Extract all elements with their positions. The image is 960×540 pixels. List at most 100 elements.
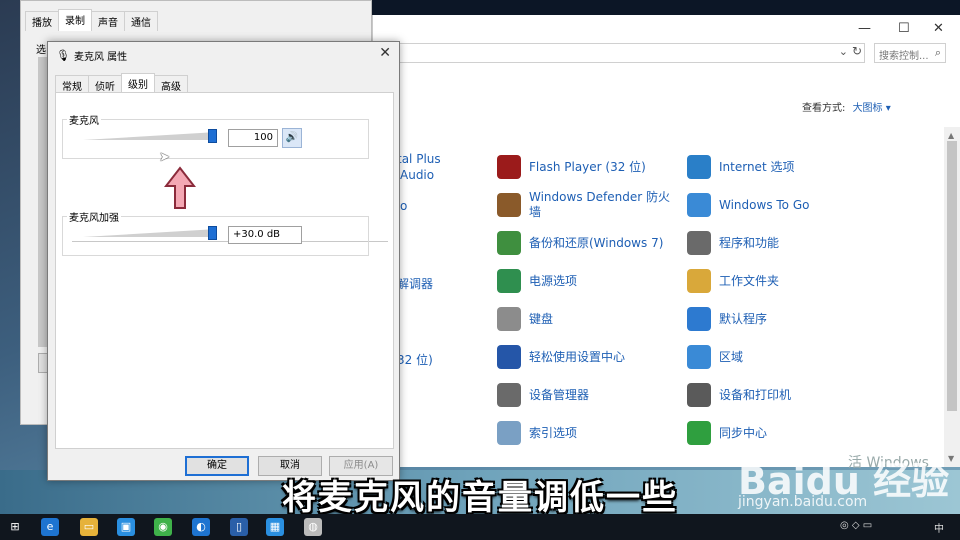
control-panel-item[interactable]: Internet 选项 xyxy=(687,153,857,181)
start-icon[interactable]: ⊞ xyxy=(6,518,24,536)
microphone-label: 麦克风 xyxy=(67,112,101,127)
edge-icon[interactable]: e xyxy=(41,518,59,536)
tab-recording[interactable]: 录制 xyxy=(58,9,92,31)
control-panel-item[interactable]: Flash Player (32 位) xyxy=(497,153,677,181)
microphone-slider-thumb[interactable] xyxy=(208,129,217,143)
vertical-scrollbar[interactable]: ▲ ▼ xyxy=(944,127,960,467)
phone-icon[interactable]: ▯ xyxy=(230,518,248,536)
boost-group: 麦克风加强 +30.0 dB xyxy=(62,209,369,256)
control-panel-item[interactable]: 默认程序 xyxy=(687,305,857,333)
windows-to-go-icon xyxy=(687,193,711,217)
refresh-icon[interactable]: ↻ xyxy=(852,44,862,58)
scroll-up-icon[interactable]: ▲ xyxy=(948,131,954,140)
control-panel-item-label: 索引选项 xyxy=(529,425,578,440)
printer-icon xyxy=(687,383,711,407)
partial-item-label[interactable]: 解调器 xyxy=(397,275,433,292)
search-input[interactable]: 搜索控制... ⌕ xyxy=(874,43,946,63)
view-by-label: 查看方式: xyxy=(802,103,846,114)
boost-level-value: +30.0 dB xyxy=(228,226,302,244)
pointer-arrow-icon xyxy=(164,166,196,209)
tab-playback[interactable]: 播放 xyxy=(25,11,59,31)
boost-slider-thumb[interactable] xyxy=(208,226,217,240)
store-icon[interactable]: ▣ xyxy=(117,518,135,536)
work-folder-icon xyxy=(687,269,711,293)
control-panel-item-label: 区域 xyxy=(719,349,744,364)
microphone-group: 麦克风 100 🔊 xyxy=(62,112,369,159)
partial-item-label[interactable]: Audio xyxy=(400,168,434,182)
chevron-down-icon[interactable]: ⌄ xyxy=(839,45,848,58)
control-panel-item[interactable]: Windows To Go xyxy=(687,191,857,219)
wechat-icon[interactable]: ◉ xyxy=(154,518,172,536)
minimize-icon[interactable]: — xyxy=(858,21,871,36)
microphone-slider-track[interactable] xyxy=(83,132,217,140)
control-panel-item-label: 设备管理器 xyxy=(529,387,590,402)
desktop-top-strip xyxy=(372,0,960,16)
close-icon[interactable]: ✕ xyxy=(933,21,944,36)
tab-communications[interactable]: 通信 xyxy=(124,11,158,31)
default-programs-icon xyxy=(687,307,711,331)
microphone-properties-dialog: 🎙 麦克风 属性 ✕ 常规 侦听 级别 高级 麦克风 100 🔊 麦克风加强 + xyxy=(47,41,400,481)
control-panel-item-label: 同步中心 xyxy=(719,425,768,440)
browser-icon[interactable]: ◐ xyxy=(192,518,210,536)
control-panel-item[interactable]: 程序和功能 xyxy=(687,229,857,257)
close-icon[interactable]: ✕ xyxy=(379,45,391,61)
ease-of-access-icon xyxy=(497,345,521,369)
control-panel-item[interactable]: 备份和还原(Windows 7) xyxy=(497,229,677,257)
control-panel-item-label: 备份和还原(Windows 7) xyxy=(529,235,664,250)
control-panel-item[interactable]: 设备和打印机 xyxy=(687,381,857,409)
dialog-title: 麦克风 属性 xyxy=(73,52,128,63)
partial-item-label[interactable]: tal Plus xyxy=(397,152,441,166)
control-panel-item[interactable]: 轻松使用设置中心 xyxy=(497,343,677,371)
control-panel-item[interactable]: 同步中心 xyxy=(687,419,857,447)
control-panel-item[interactable]: 区域 xyxy=(687,343,857,371)
levels-panel: 麦克风 100 🔊 麦克风加强 +30.0 dB xyxy=(55,92,394,449)
control-panel-item[interactable]: Windows Defender 防火墙 xyxy=(497,190,677,219)
tray-icons[interactable]: ◎ ◇ ▭ xyxy=(840,520,872,531)
address-bar[interactable]: ⌄ ↻ xyxy=(373,43,865,63)
firewall-icon xyxy=(497,193,521,217)
microphone-level-input[interactable]: 100 xyxy=(228,129,278,147)
control-panel-item[interactable]: 键盘 xyxy=(497,305,677,333)
tab-sounds[interactable]: 声音 xyxy=(91,11,125,31)
programs-icon xyxy=(687,231,711,255)
control-panel-item-label: 键盘 xyxy=(529,311,554,326)
ime-indicator[interactable]: 中 xyxy=(934,520,944,535)
region-icon xyxy=(687,345,711,369)
speaker-mute-button[interactable]: 🔊 xyxy=(282,128,302,148)
control-panel-item[interactable]: 设备管理器 xyxy=(497,381,677,409)
partial-label: 选 xyxy=(36,45,46,56)
partial-item-label[interactable]: o xyxy=(400,199,407,213)
power-icon xyxy=(497,269,521,293)
view-by-value: 大图标 xyxy=(852,103,883,114)
control-panel-item-label: 轻松使用设置中心 xyxy=(529,349,626,364)
sync-icon xyxy=(687,421,711,445)
boost-label: 麦克风加强 xyxy=(67,209,121,224)
boost-slider-track[interactable] xyxy=(83,229,217,237)
control-panel-item-label: 程序和功能 xyxy=(719,235,780,250)
control-panel-item-label: 工作文件夹 xyxy=(719,273,780,288)
search-icon: ⌕ xyxy=(934,46,941,59)
control-panel-item-label: 默认程序 xyxy=(719,311,768,326)
site-watermark: jingyan.baidu.com xyxy=(738,494,868,510)
app-icon[interactable]: ▦ xyxy=(266,518,284,536)
file-explorer-icon[interactable]: ▭ xyxy=(80,518,98,536)
device-manager-icon xyxy=(497,383,521,407)
flash-icon xyxy=(497,155,521,179)
globe-icon xyxy=(687,155,711,179)
control-panel-item-label: Windows To Go xyxy=(719,197,810,212)
control-panel-window: — ☐ ✕ ⌄ ↻ 搜索控制... ⌕ 查看方式: 大图标 ▾ tal Plus… xyxy=(372,15,960,467)
view-by-dropdown[interactable]: 大图标 ▾ xyxy=(853,103,891,114)
control-panel-taskbar-icon[interactable]: ◍ xyxy=(304,518,322,536)
partial-item-label[interactable]: 32 位) xyxy=(397,351,433,368)
maximize-icon[interactable]: ☐ xyxy=(898,21,910,36)
control-panel-item[interactable]: 索引选项 xyxy=(497,419,677,447)
indexing-icon xyxy=(497,421,521,445)
scrollbar-thumb[interactable] xyxy=(947,141,957,411)
control-panel-item[interactable]: 电源选项 xyxy=(497,267,677,295)
backup-icon xyxy=(497,231,521,255)
control-panel-item-label: Flash Player (32 位) xyxy=(529,159,646,174)
control-panel-titlebar: — ☐ ✕ xyxy=(373,15,960,43)
control-panel-item-label: 电源选项 xyxy=(529,273,578,288)
control-panel-item[interactable]: 工作文件夹 xyxy=(687,267,857,295)
mouse-cursor-icon: ➤ xyxy=(159,150,170,165)
